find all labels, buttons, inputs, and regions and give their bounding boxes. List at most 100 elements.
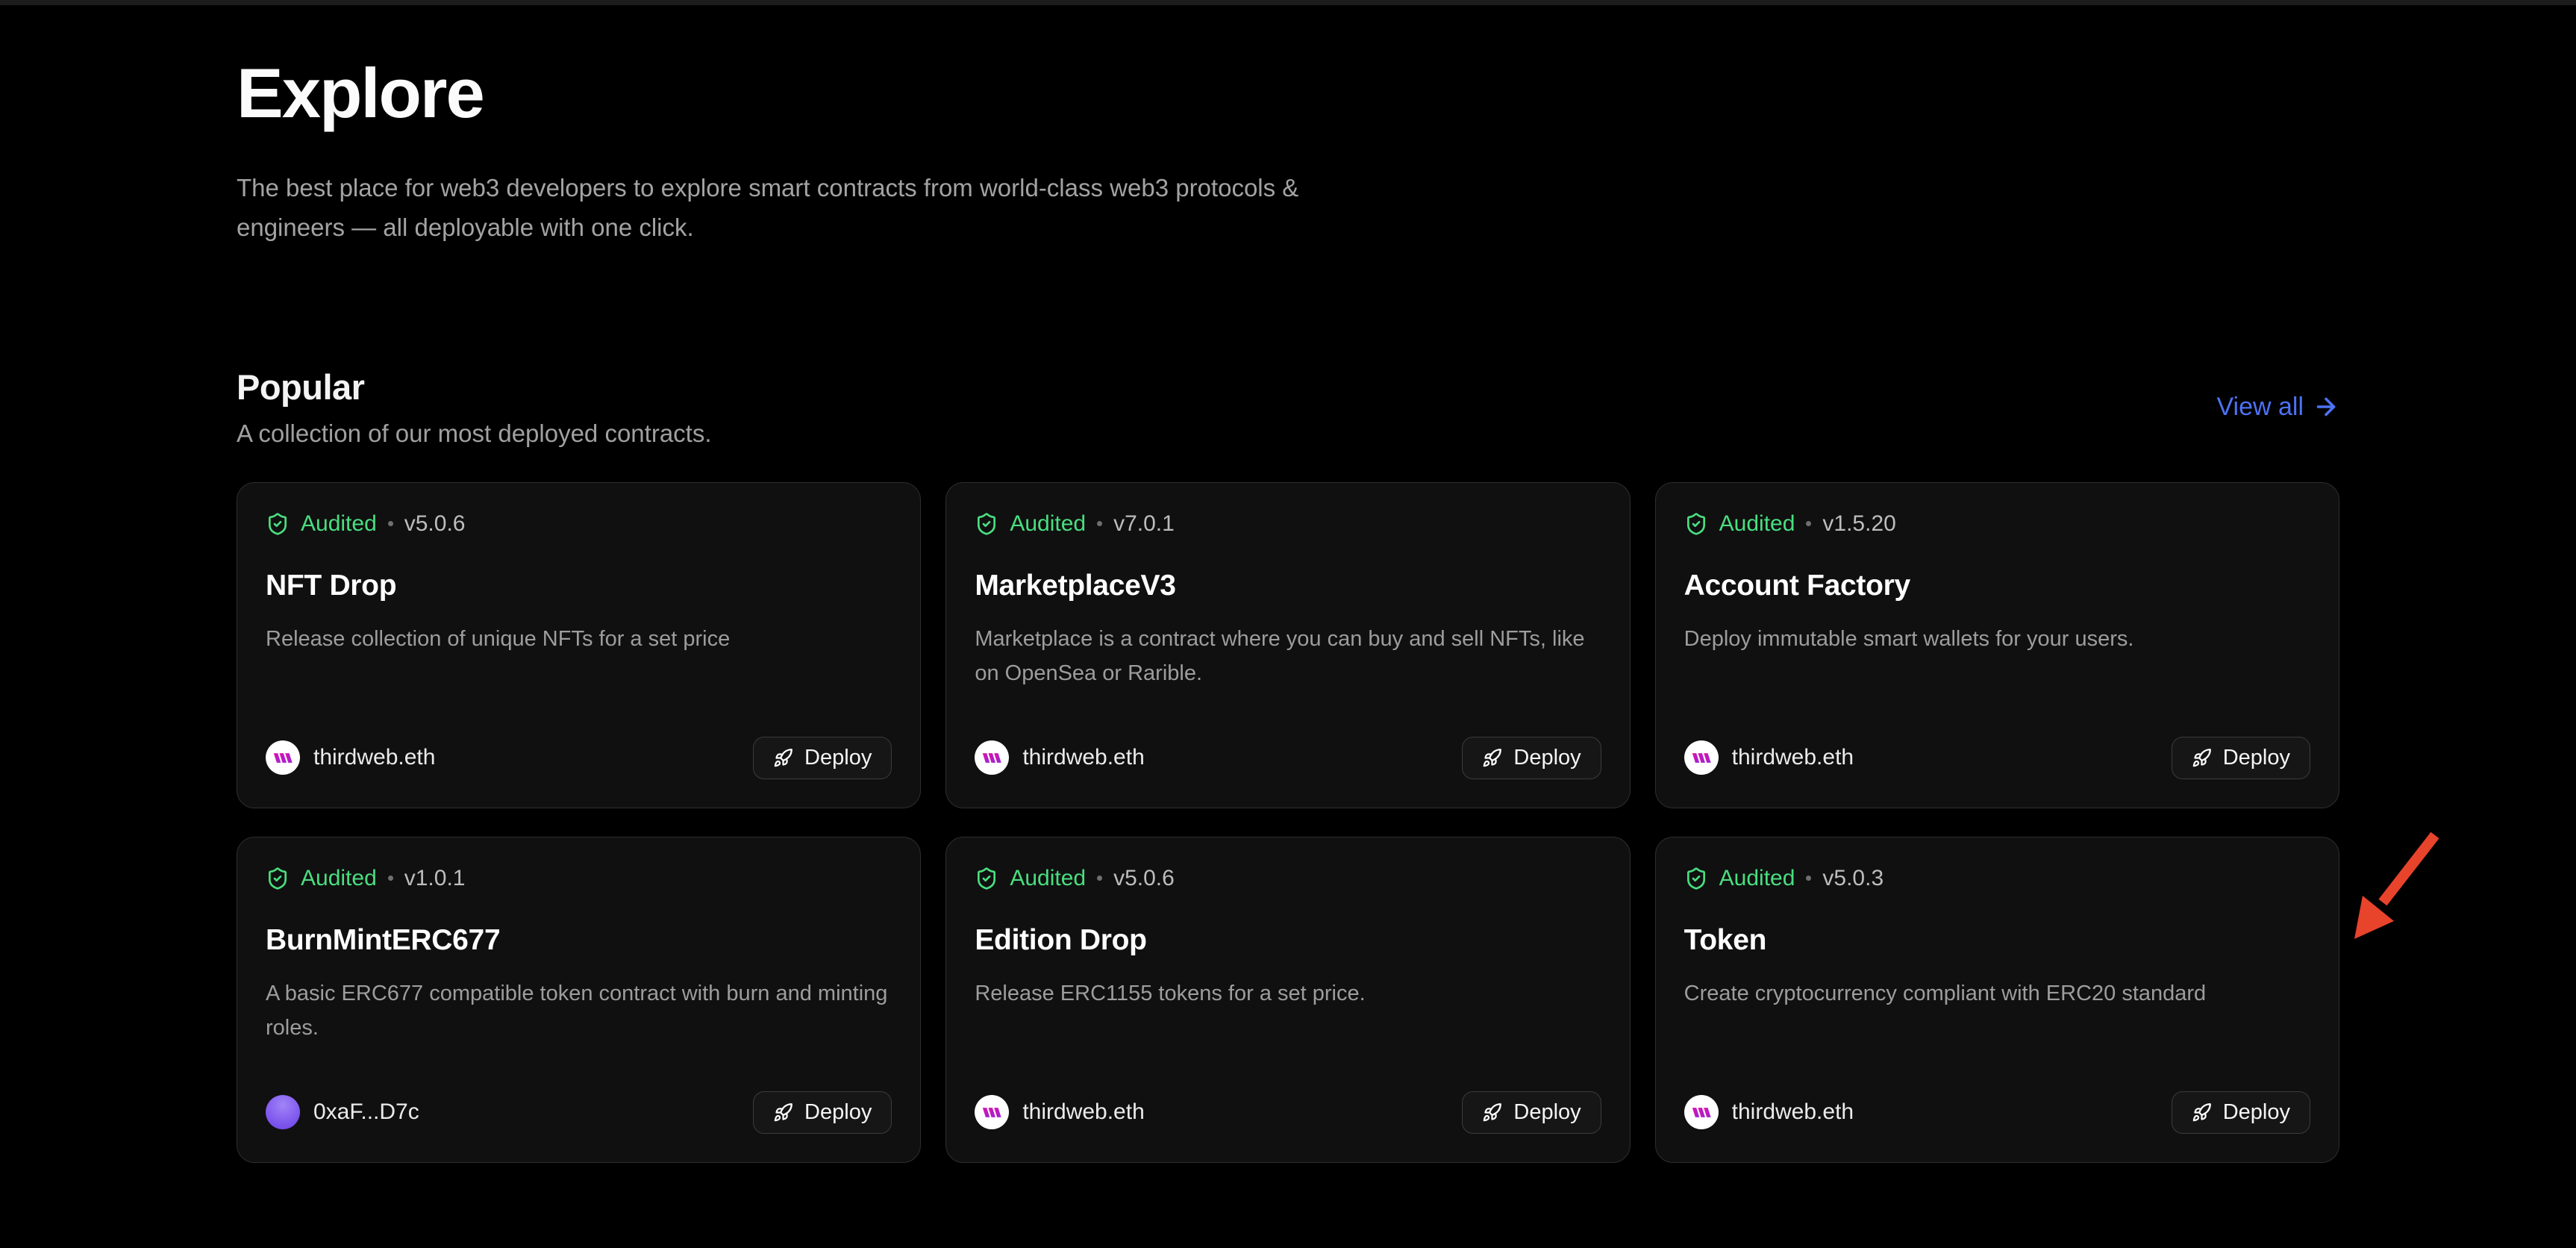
publisher-link[interactable]: thirdweb.eth xyxy=(266,740,435,775)
rocket-icon xyxy=(2192,1102,2212,1123)
card-meta-row: Audited v5.0.6 xyxy=(975,866,1601,891)
rocket-icon xyxy=(2192,748,2212,768)
contract-description: Deploy immutable smart wallets for your … xyxy=(1684,622,2310,656)
page-subtitle: The best place for web3 developers to ex… xyxy=(237,168,1356,247)
contracts-grid: Audited v5.0.6 NFT Drop Release collecti… xyxy=(237,482,2339,1163)
contract-description: Release collection of unique NFTs for a … xyxy=(266,622,892,656)
separator-dot xyxy=(388,876,393,881)
deploy-button[interactable]: Deploy xyxy=(1462,1091,1601,1134)
contract-card-marketplacev3[interactable]: Audited v7.0.1 MarketplaceV3 Marketplace… xyxy=(945,482,1630,808)
audited-badge: Audited xyxy=(1010,511,1086,537)
contract-description: Release ERC1155 tokens for a set price. xyxy=(975,976,1601,1011)
popular-section-header: Popular A collection of our most deploye… xyxy=(237,366,2339,448)
contract-card-token[interactable]: Audited v5.0.3 Token Create cryptocurren… xyxy=(1655,837,2339,1163)
contract-title: Token xyxy=(1684,924,2310,957)
thirdweb-logo-icon xyxy=(272,752,293,764)
separator-dot xyxy=(1806,521,1811,526)
card-meta-row: Audited v1.5.20 xyxy=(1684,511,2310,537)
audited-badge: Audited xyxy=(1010,866,1086,891)
publisher-name: 0xaF...D7c xyxy=(313,1099,419,1125)
deploy-label: Deploy xyxy=(2223,746,2290,770)
popular-heading-group: Popular A collection of our most deploye… xyxy=(237,366,712,448)
popular-heading: Popular xyxy=(237,366,712,408)
publisher-name: thirdweb.eth xyxy=(1022,745,1144,770)
contract-version: v1.0.1 xyxy=(404,866,466,891)
contract-card-burnminterc677[interactable]: Audited v1.0.1 BurnMintERC677 A basic ER… xyxy=(237,837,921,1163)
deploy-label: Deploy xyxy=(804,746,872,770)
thirdweb-logo-icon xyxy=(1691,1106,1712,1119)
popular-subheading: A collection of our most deployed contra… xyxy=(237,419,712,448)
publisher-avatar xyxy=(1684,740,1719,775)
publisher-link[interactable]: thirdweb.eth xyxy=(1684,740,1854,775)
card-meta-row: Audited v1.0.1 xyxy=(266,866,892,891)
shield-check-icon xyxy=(266,512,290,536)
shield-check-icon xyxy=(1684,512,1708,536)
publisher-name: thirdweb.eth xyxy=(313,745,435,770)
contract-version: v5.0.3 xyxy=(1822,866,1883,891)
thirdweb-logo-icon xyxy=(981,1106,1002,1119)
separator-dot xyxy=(1097,521,1102,526)
separator-dot xyxy=(388,521,393,526)
separator-dot xyxy=(1097,876,1102,881)
contract-title: MarketplaceV3 xyxy=(975,570,1601,602)
card-meta-row: Audited v5.0.6 xyxy=(266,511,892,537)
deploy-button[interactable]: Deploy xyxy=(2172,1091,2310,1134)
publisher-avatar xyxy=(266,740,300,775)
audited-badge: Audited xyxy=(301,511,377,537)
publisher-avatar xyxy=(975,740,1009,775)
arrow-right-icon xyxy=(2313,393,2339,420)
view-all-link[interactable]: View all xyxy=(2216,393,2339,422)
deploy-button[interactable]: Deploy xyxy=(1462,737,1601,779)
publisher-link[interactable]: thirdweb.eth xyxy=(975,1095,1144,1129)
contract-description: Create cryptocurrency compliant with ERC… xyxy=(1684,976,2310,1011)
contract-title: Edition Drop xyxy=(975,924,1601,957)
shield-check-icon xyxy=(1684,867,1708,890)
contract-version: v5.0.6 xyxy=(1113,866,1175,891)
card-footer: thirdweb.eth Deploy xyxy=(1684,1091,2310,1134)
deploy-label: Deploy xyxy=(2223,1100,2290,1125)
shield-check-icon xyxy=(266,867,290,890)
view-all-label: View all xyxy=(2216,393,2304,422)
deploy-button[interactable]: Deploy xyxy=(2172,737,2310,779)
publisher-link[interactable]: thirdweb.eth xyxy=(1684,1095,1854,1129)
top-border xyxy=(0,0,2576,5)
card-footer: 0xaF...D7c Deploy xyxy=(266,1091,892,1134)
publisher-name: thirdweb.eth xyxy=(1022,1099,1144,1125)
rocket-icon xyxy=(773,1102,793,1123)
separator-dot xyxy=(1806,876,1811,881)
publisher-avatar xyxy=(975,1095,1009,1129)
rocket-icon xyxy=(1482,1102,1502,1123)
deploy-button[interactable]: Deploy xyxy=(753,1091,892,1134)
card-meta-row: Audited v5.0.3 xyxy=(1684,866,2310,891)
contract-card-edition-drop[interactable]: Audited v5.0.6 Edition Drop Release ERC1… xyxy=(945,837,1630,1163)
publisher-name: thirdweb.eth xyxy=(1732,745,1854,770)
shield-check-icon xyxy=(975,512,998,536)
card-footer: thirdweb.eth Deploy xyxy=(1684,737,2310,779)
contract-card-nft-drop[interactable]: Audited v5.0.6 NFT Drop Release collecti… xyxy=(237,482,921,808)
deploy-button[interactable]: Deploy xyxy=(753,737,892,779)
contract-card-account-factory[interactable]: Audited v1.5.20 Account Factory Deploy i… xyxy=(1655,482,2339,808)
audited-badge: Audited xyxy=(1719,866,1795,891)
annotation-arrow-icon xyxy=(2328,817,2455,952)
contract-description: Marketplace is a contract where you can … xyxy=(975,622,1601,690)
contract-title: NFT Drop xyxy=(266,570,892,602)
card-footer: thirdweb.eth Deploy xyxy=(266,737,892,779)
thirdweb-logo-icon xyxy=(981,752,1002,764)
page-title: Explore xyxy=(237,56,2339,131)
publisher-name: thirdweb.eth xyxy=(1732,1099,1854,1125)
contract-description: A basic ERC677 compatible token contract… xyxy=(266,976,892,1045)
deploy-label: Deploy xyxy=(1513,1100,1581,1125)
card-footer: thirdweb.eth Deploy xyxy=(975,737,1601,779)
audited-badge: Audited xyxy=(301,866,377,891)
card-meta-row: Audited v7.0.1 xyxy=(975,511,1601,537)
contract-version: v5.0.6 xyxy=(404,511,466,537)
contract-version: v7.0.1 xyxy=(1113,511,1175,537)
contract-version: v1.5.20 xyxy=(1822,511,1895,537)
publisher-link[interactable]: thirdweb.eth xyxy=(975,740,1144,775)
contract-title: Account Factory xyxy=(1684,570,2310,602)
publisher-avatar xyxy=(266,1095,300,1129)
explore-page: Explore The best place for web3 develope… xyxy=(237,0,2339,1163)
deploy-label: Deploy xyxy=(804,1100,872,1125)
rocket-icon xyxy=(773,748,793,768)
publisher-link[interactable]: 0xaF...D7c xyxy=(266,1095,419,1129)
